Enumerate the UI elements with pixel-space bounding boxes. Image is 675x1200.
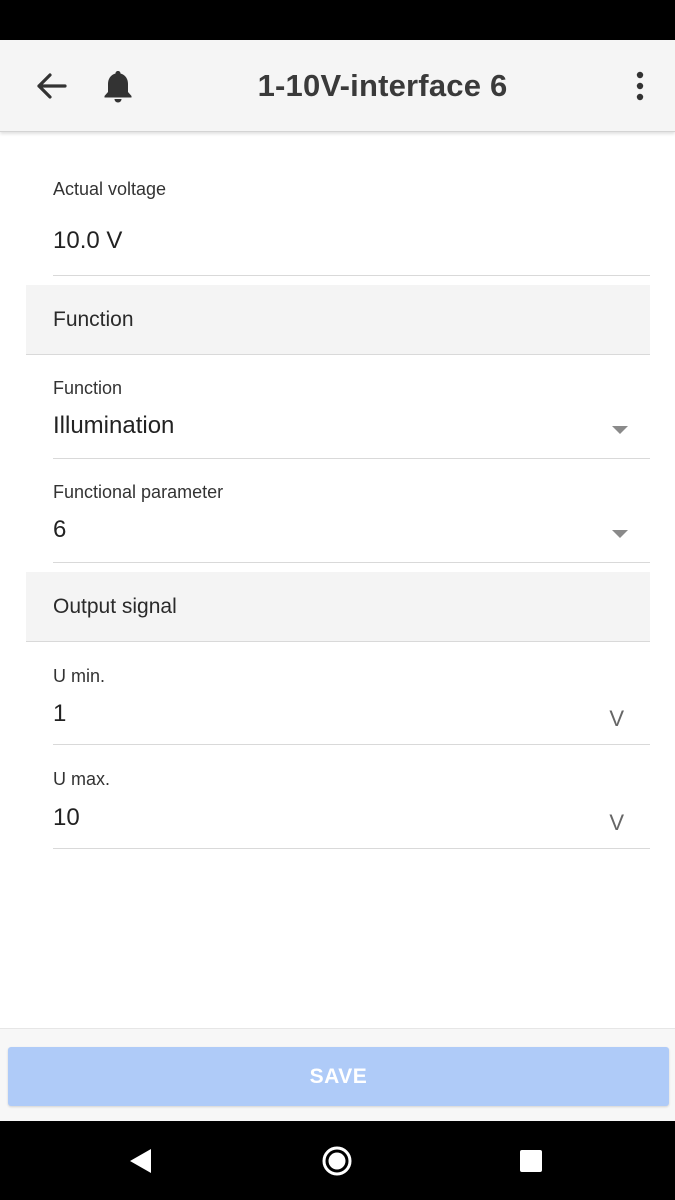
system-nav-bar (0, 1121, 675, 1200)
status-bar (0, 0, 675, 40)
function-section-title: Function (53, 308, 134, 331)
u-max-unit: V (609, 810, 624, 835)
page-title: 1-10V-interface 6 (257, 68, 508, 103)
u-min-label: U min. (53, 666, 106, 686)
nav-recents-icon[interactable] (509, 1139, 553, 1183)
chevron-down-icon (612, 426, 628, 434)
actual-voltage-label: Actual voltage (53, 179, 167, 199)
more-vertical-icon[interactable] (618, 64, 662, 108)
output-signal-section-header: Output signal (26, 572, 650, 642)
functional-parameter-dropdown[interactable]: Functional parameter 6 (53, 459, 650, 563)
functional-parameter-label: Functional parameter (53, 482, 224, 502)
nav-back-icon[interactable] (118, 1139, 162, 1183)
actual-voltage-value: 10.0 V (53, 227, 123, 254)
u-max-input[interactable]: U max. 10 V (53, 745, 650, 849)
app-bar: 1-10V-interface 6 (0, 40, 675, 132)
output-signal-section-title: Output signal (53, 595, 177, 618)
u-max-value[interactable]: 10 (53, 804, 80, 832)
chevron-down-icon (612, 530, 628, 538)
function-section-header: Function (26, 285, 650, 355)
bell-icon[interactable] (96, 64, 140, 108)
u-max-label: U max. (53, 769, 111, 789)
u-min-input[interactable]: U min. 1 V (53, 642, 650, 745)
nav-home-icon[interactable] (315, 1139, 359, 1183)
function-label: Function (53, 378, 123, 398)
save-area: SAVE (0, 1029, 675, 1121)
u-min-unit: V (609, 706, 624, 731)
save-button[interactable]: SAVE (8, 1047, 669, 1106)
function-dropdown[interactable]: Function Illumination (53, 355, 650, 459)
arrow-left-icon[interactable] (30, 64, 74, 108)
u-min-value[interactable]: 1 (53, 700, 66, 728)
actual-voltage-field: Actual voltage 10.0 V (53, 133, 650, 276)
functional-parameter-value: 6 (53, 516, 67, 543)
function-value: Illumination (53, 412, 175, 439)
